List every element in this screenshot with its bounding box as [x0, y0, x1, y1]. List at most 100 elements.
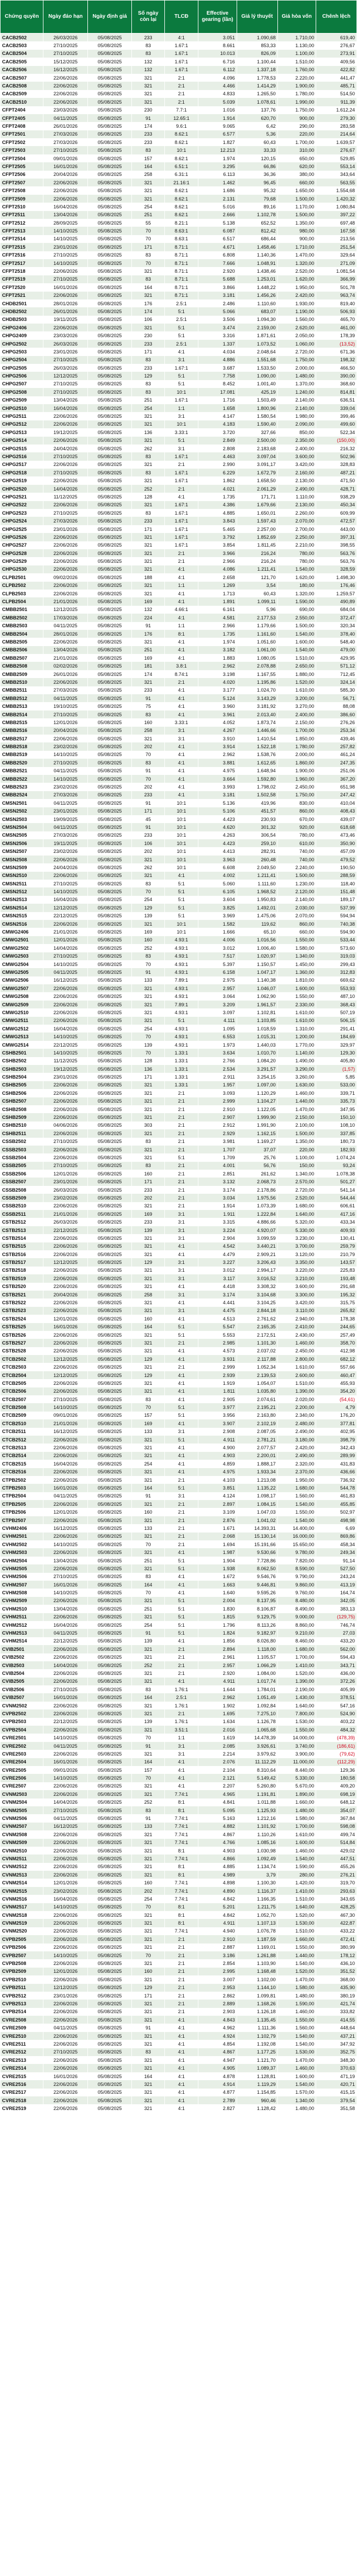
cell-ratio: 4:1 — [164, 1548, 199, 1557]
cell-maturity: 14/10/2025 — [43, 1032, 88, 1041]
cell-breakeven: 3.120,00 — [277, 1250, 317, 1259]
cell-theoretical: 1.871,61 — [236, 331, 278, 340]
cell-ratio: 8.71:1 — [164, 275, 199, 284]
cell-days: 160 — [131, 1967, 165, 1976]
cell-valuation: 05/08/2025 — [87, 1403, 132, 1412]
cell-difference: 869,86 — [316, 1532, 357, 1541]
cell-days: 83 — [131, 2048, 165, 2057]
cell-difference: 56,71 — [316, 694, 357, 703]
cell-breakeven: 2.160,00 — [277, 469, 317, 477]
cell-theoretical: 1.778,53 — [236, 73, 278, 82]
cell-maturity: 27/10/2025 — [43, 356, 88, 364]
cell-valuation: 05/08/2025 — [87, 1484, 132, 1492]
cell-theoretical: 1.144,10 — [236, 1983, 278, 1992]
cell-code: CTCB2504 — [0, 1371, 44, 1380]
cell-theoretical: 14.393,31 — [236, 1524, 278, 1533]
cell-code: CVRE2508 — [0, 2016, 44, 2024]
cell-valuation: 05/08/2025 — [87, 1468, 132, 1476]
cell-theoretical: 1.503,49 — [236, 396, 278, 404]
cell-breakeven: 9.780,00 — [277, 1548, 317, 1557]
table-row: CHPG2509 13/04/2026 05/08/2025 251 1.67:1 1.7… — [0, 396, 357, 404]
cell-days: 254 — [131, 1025, 165, 1033]
cell-theoretical: 1.126,18 — [236, 2007, 278, 2016]
cell-code: CHPG2524 — [0, 517, 44, 525]
table-row: CVNM2515 23/02/2026 05/08/2025 202 7.74:1 4.8… — [0, 1886, 357, 1895]
cell-days: 164 — [131, 1758, 165, 1766]
cell-ratio: 4:1 — [164, 1637, 199, 1646]
table-row: CVNM2516 16/04/2026 05/08/2025 254 7.74:1 4.8… — [0, 1895, 357, 1903]
cell-difference: 324,14 — [316, 678, 357, 686]
cell-days: 224 — [131, 614, 165, 622]
cell-gearing: 3.109 — [198, 1508, 237, 1516]
table-row: CFPT2405 04/11/2025 05/08/2025 91 12.65:1 1.9… — [0, 114, 357, 123]
cell-valuation: 05/08/2025 — [87, 1613, 132, 1621]
cell-maturity: 14/10/2025 — [43, 1403, 88, 1412]
cell-valuation: 05/08/2025 — [87, 1282, 132, 1291]
cell-difference: 507,19 — [316, 1008, 357, 1017]
cell-code: CMWG2508 — [0, 992, 44, 1001]
cell-gearing: 2.897 — [198, 1500, 237, 1508]
cell-theoretical: 120,15 — [236, 154, 278, 163]
cell-days: 106 — [131, 315, 165, 324]
cell-valuation: 05/08/2025 — [87, 1637, 132, 1646]
table-row: CVHM2507 16/01/2026 05/08/2025 164 4:1 1.663 9… — [0, 1581, 357, 1589]
cell-difference: 736,92 — [316, 1475, 357, 1484]
cell-difference: 342,43 — [316, 1444, 357, 1452]
cell-code: CVRE2506 — [0, 1774, 44, 1782]
cell-gearing: 3.177 — [198, 686, 237, 695]
cell-maturity: 23/01/2026 — [43, 525, 88, 534]
cell-code: CMWG2513 — [0, 1032, 44, 1041]
table-row: CHPG2504 27/10/2025 05/08/2025 83 3:1 4.886 1.… — [0, 356, 357, 364]
cell-theoretical: 1.168,26 — [236, 2000, 278, 2008]
cell-breakeven: 1.490,00 — [277, 1057, 317, 1065]
cell-theoretical: 620,70 — [236, 114, 278, 123]
cell-ratio: 8.71:1 — [164, 251, 199, 259]
cell-days: 321 — [131, 2000, 165, 2008]
cell-gearing: 5.163 — [198, 1814, 237, 1823]
cell-difference: 380,19 — [316, 1991, 357, 2000]
cell-ratio: 5:1 — [164, 436, 199, 445]
cell-ratio: 1.76:1 — [164, 1717, 199, 1726]
cell-code: CMBB2506 — [0, 646, 44, 654]
cell-breakeven: 3.260,00 — [277, 1073, 317, 1081]
cell-days: 233 — [131, 339, 165, 348]
cell-difference: 537,99 — [316, 904, 357, 912]
cell-days: 321 — [131, 1000, 165, 1009]
cell-breakeven: 1.990,00 — [277, 98, 317, 106]
cell-days: 233 — [131, 686, 165, 695]
cell-gearing: 9.065 — [198, 122, 237, 130]
cell-difference: 819,40 — [316, 299, 357, 308]
cell-theoretical: 1.052,70 — [236, 1911, 278, 1919]
cell-days: 258 — [131, 170, 165, 179]
cell-valuation: 05/08/2025 — [87, 887, 132, 896]
cell-breakeven: 2.420,00 — [277, 291, 317, 299]
cell-days: 169 — [131, 1210, 165, 1218]
cell-difference: 447,51 — [316, 1855, 357, 1863]
cell-maturity: 27/10/2025 — [43, 146, 88, 154]
table-row: CHPG2511 22/06/2026 05/08/2025 321 3:1 4.147 1… — [0, 412, 357, 420]
cell-maturity: 12/12/2025 — [43, 1983, 88, 1992]
cell-valuation: 05/08/2025 — [87, 734, 132, 743]
cell-code: CFPT2511 — [0, 210, 44, 219]
cell-ratio: 4.93:1 — [164, 1008, 199, 1017]
cell-gearing: 4.842 — [198, 1895, 237, 1903]
cell-code: CSHB2507 — [0, 1097, 44, 1105]
cell-code: CTCB2502 — [0, 1355, 44, 1363]
cell-ratio: 8.62:1 — [164, 203, 199, 211]
cell-valuation: 05/08/2025 — [87, 1194, 132, 1202]
cell-ratio: 2:1 — [164, 2007, 199, 2016]
cell-maturity: 16/01/2026 — [43, 283, 88, 292]
cell-code: CVNM2508 — [0, 1830, 44, 1839]
cell-maturity: 26/03/2026 — [43, 1218, 88, 1226]
table-row: CVNM2511 22/06/2026 05/08/2025 321 7.74:1 4.8… — [0, 1855, 357, 1863]
cell-days: 321 — [131, 476, 165, 485]
cell-code: CFPT2521 — [0, 291, 44, 299]
cell-gearing: 6.608 — [198, 863, 237, 872]
cell-ratio: 4:1 — [164, 638, 199, 646]
cell-breakeven: 1.900,00 — [277, 82, 317, 90]
cell-code: CVRE2517 — [0, 2088, 44, 2096]
table-row: CHPG2510 16/04/2026 05/08/2025 254 1:1 1.658 1… — [0, 404, 357, 413]
cell-theoretical: 171,71 — [236, 493, 278, 501]
cell-breakeven: 1.360,00 — [277, 968, 317, 976]
cell-valuation: 05/08/2025 — [87, 98, 132, 106]
